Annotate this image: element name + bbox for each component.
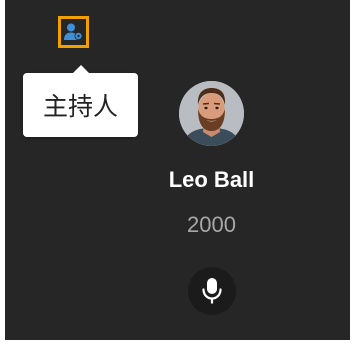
bearded-man-avatar — [179, 81, 244, 146]
participant-score: 2000 — [187, 212, 236, 237]
host-user-icon — [64, 23, 83, 40]
microphone-icon — [202, 278, 222, 304]
participant-name: Leo Ball — [168, 167, 255, 192]
host-badge[interactable] — [58, 16, 89, 48]
participant-avatar — [179, 81, 244, 146]
microphone-button[interactable] — [188, 267, 236, 315]
participant-tile: 主持人 Leo Ball 2000 — [5, 0, 350, 340]
host-tooltip: 主持人 — [23, 65, 138, 137]
